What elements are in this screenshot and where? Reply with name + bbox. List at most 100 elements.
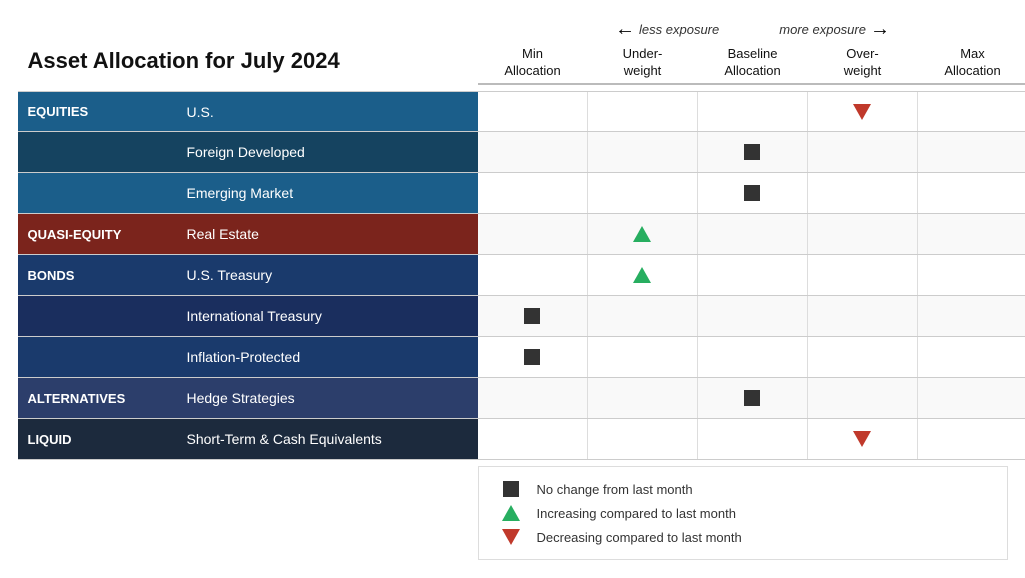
right-arrow-icon: → [870,18,890,41]
data-cell-min [478,296,588,336]
main-container: Asset Allocation for July 2024 ← less ex… [8,8,1018,571]
col-header-baseline: Baseline Allocation [698,46,808,80]
data-cell-over [808,378,918,418]
less-exposure-label: less exposure [639,22,719,37]
data-cell-min [478,132,588,172]
data-cell-over [808,419,918,459]
asset-cell: U.S. [173,92,478,131]
data-row [478,378,1025,419]
col-headers-area: ← less exposure more exposure → Min Allo… [478,18,1025,86]
table-row: LIQUIDShort-Term & Cash Equivalents [18,419,478,460]
square-icon [744,144,760,160]
data-cell-baseline [698,296,808,336]
down-arrow-icon [853,104,871,120]
data-cell-min [478,255,588,295]
column-headers: Min Allocation Under- weight Baseline Al… [478,46,1025,86]
data-cell-under [588,378,698,418]
data-cell-min [478,92,588,131]
legend-item: Decreasing compared to last month [499,529,987,545]
up-arrow-icon [633,267,651,283]
square-icon [524,349,540,365]
left-column: EQUITIESU.S.Foreign DevelopedEmerging Ma… [18,91,478,460]
data-cell-over [808,255,918,295]
table-row: Emerging Market [18,173,478,214]
asset-cell: Inflation-Protected [173,337,478,377]
data-row [478,91,1025,132]
col-header-min: Min Allocation [478,46,588,80]
legend-label: No change from last month [537,482,693,497]
data-cell-over [808,296,918,336]
table-row: EQUITIESU.S. [18,91,478,132]
data-cell-max [918,378,1025,418]
table-row: BONDSU.S. Treasury [18,255,478,296]
asset-cell: Foreign Developed [173,132,478,172]
data-row [478,214,1025,255]
legend-symbol [499,481,523,497]
legend-symbol [499,529,523,545]
asset-cell: Short-Term & Cash Equivalents [173,419,478,459]
data-cell-over [808,337,918,377]
left-arrow-icon: ← [615,18,635,41]
data-row [478,255,1025,296]
down-arrow-icon [502,529,520,545]
data-cell-max [918,337,1025,377]
header-row: Asset Allocation for July 2024 ← less ex… [18,18,1008,86]
data-cell-max [918,419,1025,459]
legend-item: No change from last month [499,481,987,497]
data-cell-under [588,296,698,336]
data-cell-max [918,255,1025,295]
data-cell-min [478,173,588,213]
asset-cell: Emerging Market [173,173,478,213]
data-cell-max [918,132,1025,172]
data-cell-over [808,132,918,172]
legend-item: Increasing compared to last month [499,505,987,521]
data-row [478,132,1025,173]
category-cell [18,296,173,336]
square-icon [744,185,760,201]
category-cell [18,173,173,213]
data-cell-over [808,173,918,213]
table-row: Foreign Developed [18,132,478,173]
table-body: EQUITIESU.S.Foreign DevelopedEmerging Ma… [18,91,1008,460]
square-icon [503,481,519,497]
table-row: QUASI-EQUITYReal Estate [18,214,478,255]
data-cell-baseline [698,378,808,418]
data-cell-baseline [698,173,808,213]
category-cell: QUASI-EQUITY [18,214,173,254]
square-icon [524,308,540,324]
down-arrow-icon [853,431,871,447]
data-cell-baseline [698,337,808,377]
data-row [478,296,1025,337]
legend-label: Increasing compared to last month [537,506,736,521]
data-cell-baseline [698,255,808,295]
category-cell [18,132,173,172]
col-header-under: Under- weight [588,46,698,80]
data-cell-under [588,337,698,377]
category-cell: ALTERNATIVES [18,378,173,418]
data-cell-min [478,337,588,377]
data-row [478,173,1025,214]
data-cell-baseline [698,419,808,459]
asset-cell: Hedge Strategies [173,378,478,418]
data-cell-min [478,419,588,459]
data-row [478,337,1025,378]
data-cell-under [588,132,698,172]
table-row: ALTERNATIVESHedge Strategies [18,378,478,419]
page-title: Asset Allocation for July 2024 [18,18,478,74]
data-row [478,419,1025,460]
category-cell: BONDS [18,255,173,295]
data-cell-over [808,92,918,131]
data-cell-baseline [698,214,808,254]
category-cell: EQUITIES [18,92,173,131]
data-cell-max [918,296,1025,336]
table-row: International Treasury [18,296,478,337]
category-cell [18,337,173,377]
category-cell: LIQUID [18,419,173,459]
legend-label: Decreasing compared to last month [537,530,742,545]
exposure-bar: ← less exposure more exposure → [478,18,1025,41]
data-cell-under [588,255,698,295]
data-cell-max [918,173,1025,213]
data-cell-under [588,419,698,459]
data-cell-over [808,214,918,254]
data-cell-max [918,92,1025,131]
